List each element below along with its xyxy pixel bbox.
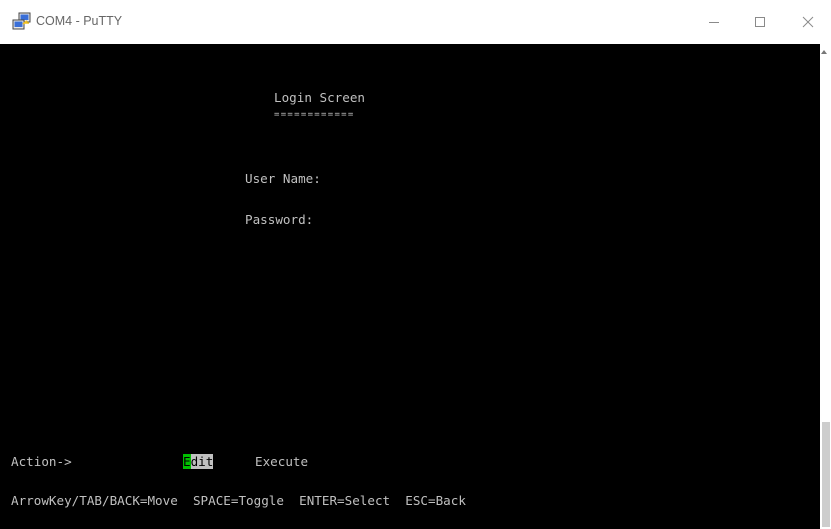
- minimize-button[interactable]: [691, 0, 737, 44]
- terminal-cursor: E: [183, 454, 191, 469]
- maximize-button[interactable]: [737, 0, 783, 44]
- terminal-screen[interactable]: Login Screen ============ User Name: Pas…: [0, 44, 820, 529]
- scroll-up-arrow-icon[interactable]: [821, 50, 827, 54]
- edit-action[interactable]: Edit: [183, 453, 214, 471]
- execute-action[interactable]: Execute: [255, 453, 308, 471]
- action-label: Action->: [11, 454, 72, 469]
- maximize-icon: [755, 17, 765, 27]
- putty-icon: [12, 12, 31, 30]
- close-button[interactable]: [785, 0, 831, 44]
- scroll-thumb[interactable]: [822, 422, 830, 527]
- window-title: COM4 - PuTTY: [36, 14, 123, 28]
- title-bar[interactable]: COM4 - PuTTY: [0, 0, 831, 44]
- edit-action-label: dit: [190, 454, 214, 469]
- help-line: ArrowKey/TAB/BACK=Move SPACE=Toggle ENTE…: [11, 493, 466, 508]
- close-icon: [802, 16, 814, 28]
- username-label[interactable]: User Name:: [245, 170, 321, 188]
- minimize-icon: [709, 22, 719, 23]
- screen-title-underline: ============: [274, 110, 355, 120]
- screen-title: Login Screen: [274, 90, 365, 105]
- password-label[interactable]: Password:: [245, 211, 313, 229]
- vertical-scrollbar[interactable]: [820, 44, 831, 529]
